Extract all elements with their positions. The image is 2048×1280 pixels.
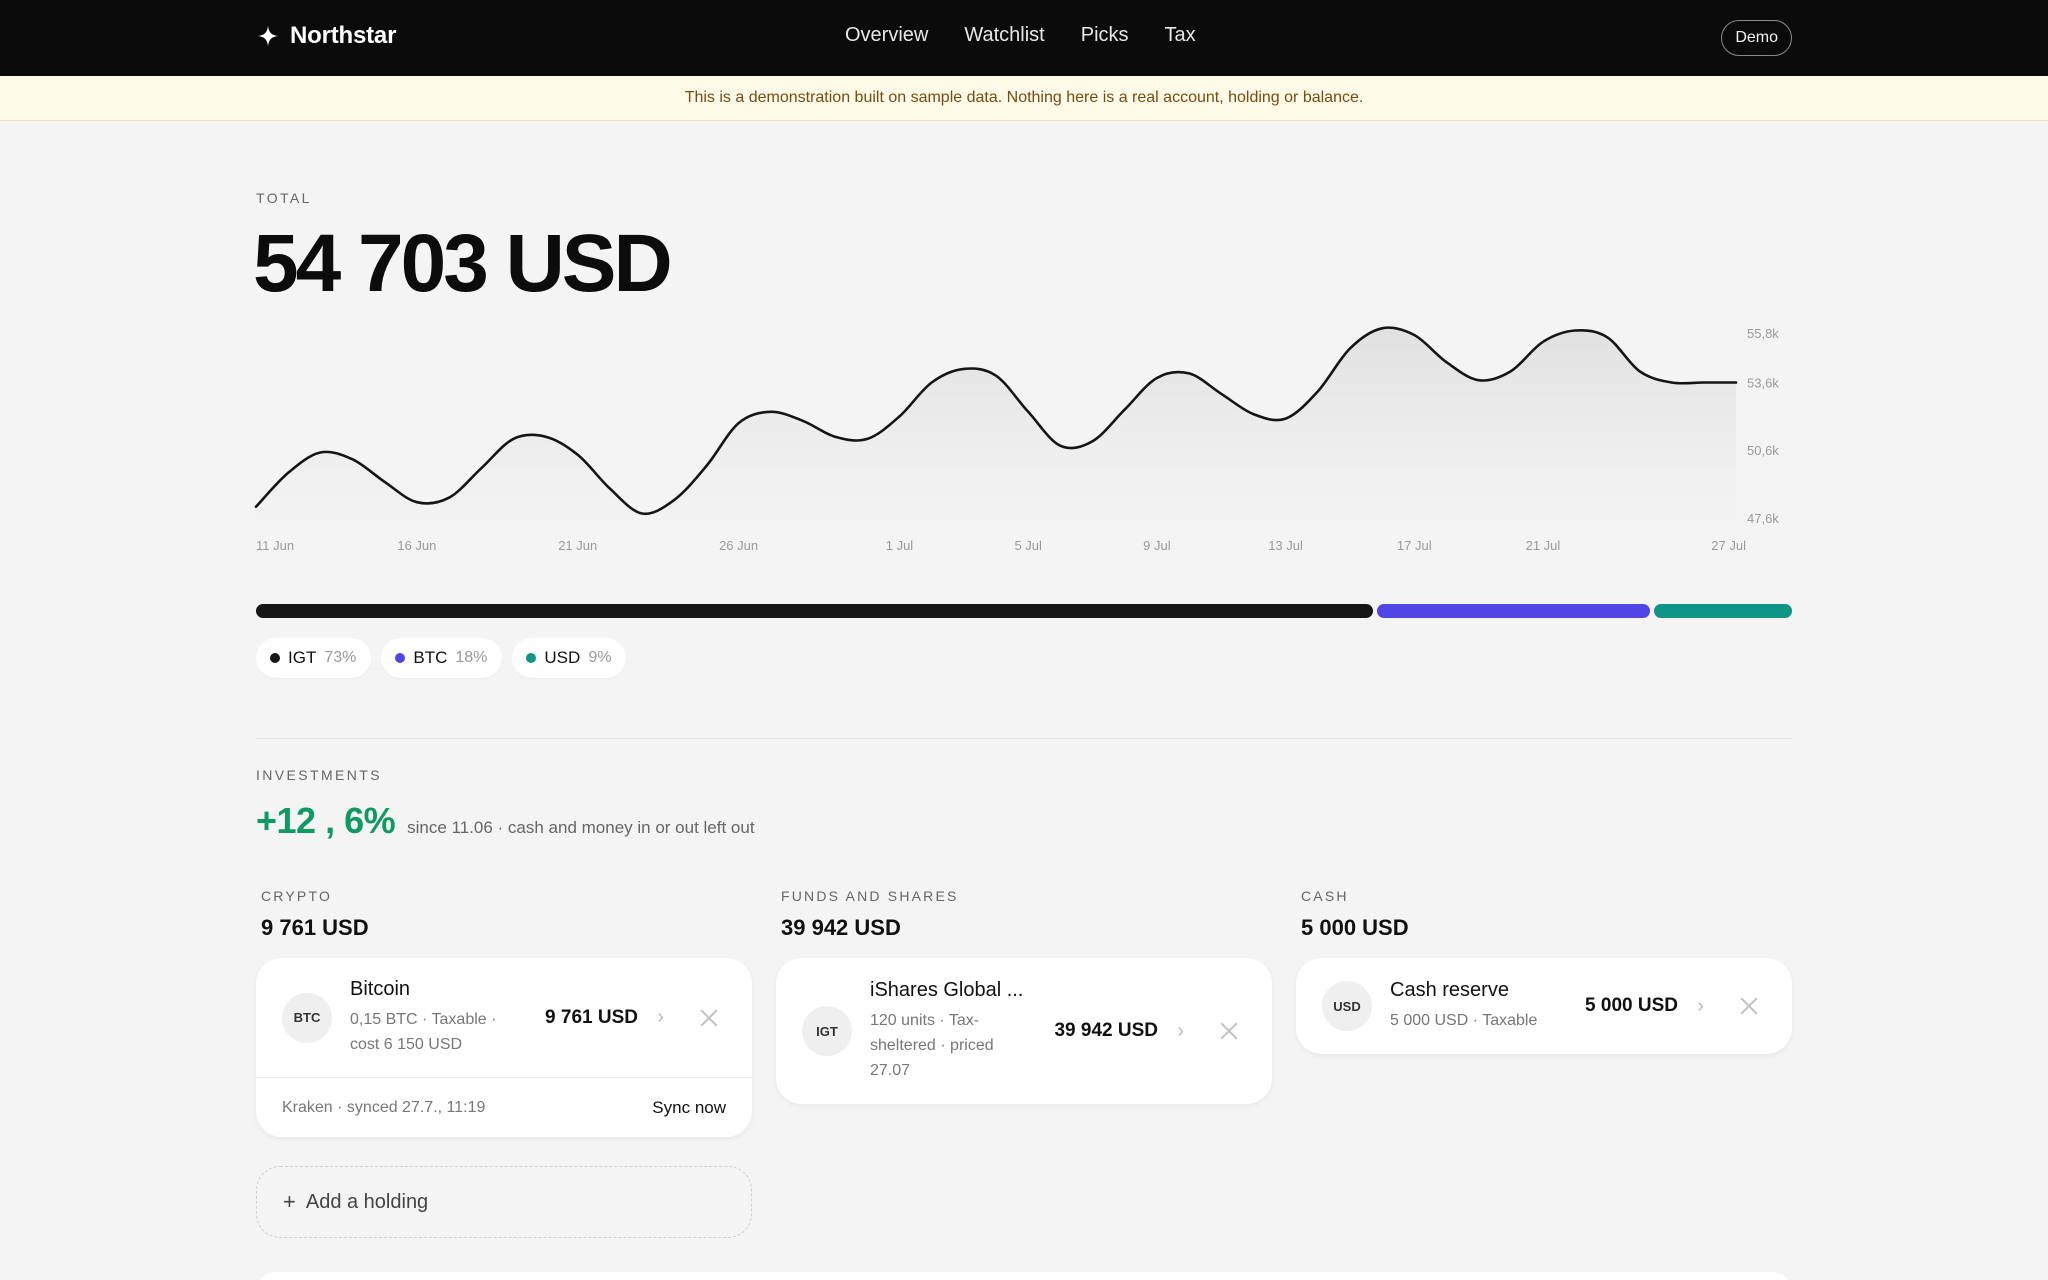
x-tick-label: 13 Jul [1268, 538, 1303, 553]
plus-icon: + [283, 1189, 296, 1214]
holding-row[interactable]: BTC Bitcoin 0,15 BTC · Taxable · cost 6 … [256, 958, 752, 1077]
y-axis-ticks: 55,8k 53,6k 50,6k 47,6k [1747, 326, 1779, 526]
allocation-segment-btc[interactable] [1377, 604, 1650, 618]
investments-label: INVESTMENTS [256, 767, 382, 783]
holding-meta: 5 000 USD · Taxable [1390, 1012, 1538, 1029]
main-nav: Overview Watchlist Picks Tax [845, 24, 1196, 47]
close-icon[interactable] [700, 1009, 718, 1027]
x-tick-label: 21 Jul [1526, 538, 1561, 553]
add-holding-label: Add a holding [305, 1190, 429, 1213]
x-tick-label: 27 Jul [1711, 538, 1746, 553]
nav-watchlist[interactable]: Watchlist [964, 24, 1044, 47]
x-tick-label: 26 Jun [719, 538, 758, 553]
column-total: 9 761 USD [261, 915, 369, 940]
ticker-avatar: IGT [802, 1006, 852, 1056]
legend-dot [395, 653, 406, 663]
column-label: FUNDS AND SHARES [781, 888, 959, 904]
y-tick-label: 55,8k [1747, 326, 1779, 341]
holding-value: 9 761 USD [545, 1006, 638, 1028]
section-divider [256, 738, 1792, 739]
holding-row[interactable]: USD Cash reserve 5 000 USD · Taxable 5 0… [1296, 958, 1792, 1054]
brand-name: Northstar [290, 22, 397, 49]
allocation-legend: IGT 73% BTC 18% USD 9% [256, 638, 627, 678]
total-label: TOTAL [256, 190, 312, 206]
holding-meta: 120 units · Tax-sheltered · priced 27.07 [870, 1012, 994, 1079]
holding-name: iShares Global ... [870, 979, 1024, 1001]
crypto-column: CRYPTO 9 761 USD BTC Bitcoin 0,15 BTC · … [256, 888, 752, 1137]
holding-card-ishares: IGT iShares Global ... 120 units · Tax-s… [776, 958, 1272, 1104]
chip-percent: 73% [324, 649, 357, 666]
column-label: CRYPTO [261, 888, 333, 904]
holding-meta: 0,15 BTC · Taxable · cost 6 150 USD [350, 1011, 497, 1053]
ticker-avatar: BTC [282, 992, 332, 1043]
chevron-right-icon[interactable]: › [1177, 1020, 1184, 1043]
x-tick-label: 17 Jul [1397, 538, 1432, 553]
sync-now-button[interactable]: Sync now [652, 1098, 726, 1118]
chevron-right-icon[interactable]: › [1697, 995, 1704, 1018]
brand[interactable]: Northstar [256, 22, 396, 50]
portfolio-value-chart: 11 Jun 16 Jun 21 Jun 26 Jun 1 Jul 5 Jul 9 Jul 1… [254, 326, 1779, 553]
cash-column: CASH 5 000 USD USD Cash reserve 5 000 US… [1296, 888, 1792, 1054]
top-nav-bar: Northstar Overview Watchlist Picks Tax D… [0, 0, 2048, 76]
demo-notice-banner: This is a demonstration built on sample … [0, 76, 2048, 121]
add-holding-button[interactable]: + Add a holding [256, 1166, 752, 1238]
y-tick-label: 53,6k [1747, 375, 1779, 390]
holding-value: 5 000 USD [1585, 995, 1678, 1016]
ticker-avatar: USD [1322, 981, 1372, 1031]
funds-column: FUNDS AND SHARES 39 942 USD IGT iShares … [776, 888, 1272, 1104]
holding-card-bitcoin: BTC Bitcoin 0,15 BTC · Taxable · cost 6 … [256, 958, 752, 1137]
allocation-chip-igt[interactable]: IGT 73% [256, 638, 372, 678]
column-total: 39 942 USD [781, 915, 901, 940]
legend-dot [270, 653, 280, 663]
holding-value: 39 942 USD [1054, 1020, 1158, 1041]
x-tick-label: 16 Jun [397, 538, 436, 553]
close-icon[interactable] [1220, 1022, 1238, 1040]
allocation-segment-usd[interactable] [1653, 604, 1792, 618]
chevron-right-icon[interactable]: › [657, 1006, 664, 1029]
chip-ticker: BTC [413, 648, 448, 667]
holding-card-cash: USD Cash reserve 5 000 USD · Taxable 5 0… [1296, 958, 1792, 1054]
demo-badge[interactable]: Demo [1721, 20, 1792, 56]
x-tick-label: 11 Jun [256, 538, 294, 553]
holding-row[interactable]: IGT iShares Global ... 120 units · Tax-s… [776, 958, 1272, 1104]
y-tick-label: 50,6k [1747, 443, 1779, 458]
allocation-chip-usd[interactable]: USD 9% [512, 638, 627, 678]
investments-change: +12 , 6% [256, 800, 396, 841]
holding-name: Bitcoin [350, 978, 411, 1000]
x-tick-label: 9 Jul [1143, 538, 1171, 553]
holding-info: iShares Global ... 120 units · Tax-shelt… [870, 979, 1042, 1083]
close-icon[interactable] [1740, 997, 1758, 1015]
sync-status: Kraken · synced 27.7., 11:19 [282, 1098, 486, 1116]
investments-summary: +12 , 6% since 11.06 · cash and money in… [256, 800, 755, 842]
chip-percent: 9% [588, 649, 612, 666]
x-tick-label: 21 Jun [558, 538, 597, 553]
holding-name: Cash reserve [1390, 979, 1509, 1001]
next-section-card [256, 1272, 1792, 1280]
holding-info: Cash reserve 5 000 USD · Taxable [1390, 979, 1562, 1033]
chip-percent: 18% [455, 649, 488, 666]
nav-picks[interactable]: Picks [1081, 24, 1129, 47]
chart-area-fill [256, 327, 1736, 520]
total-value: 54 703 USD [253, 218, 673, 309]
allocation-chip-btc[interactable]: BTC 18% [381, 638, 503, 678]
nav-overview[interactable]: Overview [845, 24, 928, 47]
allocation-segment-igt[interactable] [256, 604, 1374, 618]
x-axis-ticks: 11 Jun 16 Jun 21 Jun 26 Jun 1 Jul 5 Jul 9 Jul 1… [256, 538, 1746, 553]
nav-tax[interactable]: Tax [1165, 24, 1196, 47]
chip-ticker: USD [544, 648, 581, 667]
column-total: 5 000 USD [1301, 915, 1409, 940]
column-label: CASH [1301, 888, 1349, 904]
holding-info: Bitcoin 0,15 BTC · Taxable · cost 6 150 … [350, 978, 522, 1057]
x-tick-label: 1 Jul [886, 538, 914, 553]
allocation-bar [256, 604, 1792, 618]
y-tick-label: 47,6k [1747, 511, 1779, 526]
legend-dot [526, 653, 537, 663]
x-tick-label: 5 Jul [1014, 538, 1042, 553]
sparkle-icon [258, 26, 278, 46]
sync-footer: Kraken · synced 27.7., 11:19 Sync now [256, 1077, 752, 1137]
chip-ticker: IGT [288, 648, 317, 667]
investments-note: since 11.06 · cash and money in or out l… [407, 818, 755, 837]
